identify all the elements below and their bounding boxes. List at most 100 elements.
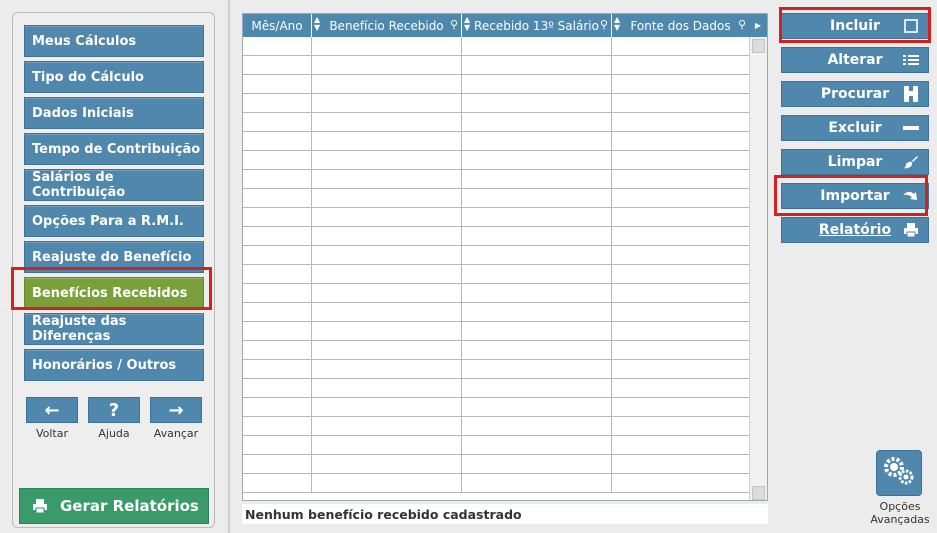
report-button[interactable]: Relatório [781,217,929,243]
table-cell [462,474,612,492]
table-cell [612,75,750,93]
sidebar-item-tempo-contribuicao[interactable]: Tempo de Contribuição [24,133,204,165]
table-row[interactable] [243,474,750,493]
table-cell [612,379,750,397]
gears-icon [882,455,916,491]
table-row[interactable] [243,170,750,189]
table-row[interactable] [243,265,750,284]
sidebar-item-tipo-calculo[interactable]: Tipo do Cálculo [24,61,204,93]
table-cell [312,474,462,492]
forward-label: Avançar [153,427,199,440]
table-cell [243,436,312,454]
table-cell [462,398,612,416]
table-cell [243,417,312,435]
sort-icon: ▲ ▼ [314,15,321,32]
table-cell [612,398,750,416]
table-cell [312,455,462,473]
table-row[interactable] [243,379,750,398]
table-cell [462,151,612,169]
column-header-recebido-13-salario[interactable]: ▲ ▼ Recebido 13º Salário ⚲ [462,14,612,37]
table-cell [612,455,750,473]
sort-icon: ▲ ▼ [464,15,471,32]
table-row[interactable] [243,113,750,132]
back-label: Voltar [35,427,69,440]
table-cell [243,246,312,264]
sidebar-item-reajuste-diferencas[interactable]: Reajuste das Diferenças [24,313,204,345]
advanced-options-button[interactable] [876,450,922,496]
table-cell [462,170,612,188]
table-row[interactable] [243,227,750,246]
sidebar-item-honorarios-outros[interactable]: Honorários / Outros [24,349,204,381]
column-header-fonte-dados[interactable]: ▲ ▼ Fonte dos Dados ⚲ [612,14,750,37]
table-cell [243,75,312,93]
column-header-mes-ano[interactable]: Mês/Ano [243,14,312,37]
scroll-right-icon[interactable]: ▶ [749,14,767,37]
search-button[interactable]: Procurar [781,81,929,107]
table-row[interactable] [243,436,750,455]
table-cell [462,56,612,74]
sidebar-item-salarios-contribuicao[interactable]: Salários de Contribuição [24,169,204,201]
question-icon: ? [108,399,120,421]
sidebar-item-meus-calculos[interactable]: Meus Cálculos [24,25,204,57]
table-row[interactable] [243,37,750,56]
table-cell [612,265,750,283]
table-row[interactable] [243,132,750,151]
table-row[interactable] [243,151,750,170]
table-cell [462,227,612,245]
table-cell [462,379,612,397]
help-button[interactable]: ? [88,397,140,423]
generate-reports-button[interactable]: Gerar Relatórios [19,488,209,524]
delete-button[interactable]: Excluir [781,115,929,141]
sidebar-item-dados-iniciais[interactable]: Dados Iniciais [24,97,204,129]
table-cell [612,322,750,340]
sidebar-item-reajuste-beneficio[interactable]: Reajuste do Benefício [24,241,204,273]
table-cell [462,360,612,378]
sidebar-item-beneficios-recebidos[interactable]: Benefícios Recebidos [24,277,204,309]
table-cell [462,132,612,150]
sidebar-item-opcoes-rmi[interactable]: Opções Para a R.M.I. [24,205,204,237]
minus-icon [902,120,920,136]
table-row[interactable] [243,94,750,113]
table-row[interactable] [243,398,750,417]
column-header-beneficio-recebido[interactable]: ▲ ▼ Benefício Recebido ⚲ [312,14,462,37]
generate-reports-label: Gerar Relatórios [60,497,199,515]
table-row[interactable] [243,455,750,474]
table-row[interactable] [243,56,750,75]
table-cell [612,170,750,188]
table-cell [312,189,462,207]
table-cell [612,341,750,359]
vertical-scrollbar[interactable] [749,37,767,500]
table-row[interactable] [243,246,750,265]
table-cell [612,113,750,131]
scroll-down-thumb[interactable] [752,486,765,500]
forward-button[interactable]: → [150,397,202,423]
import-button[interactable]: Importar [781,183,929,209]
table-cell [612,227,750,245]
table-cell [312,341,462,359]
table-cell [243,227,312,245]
include-button[interactable]: Incluir [781,13,929,39]
list-icon [902,52,920,68]
table-row[interactable] [243,417,750,436]
table-row[interactable] [243,322,750,341]
table-row[interactable] [243,303,750,322]
edit-button[interactable]: Alterar [781,47,929,73]
table-row[interactable] [243,284,750,303]
scroll-up-thumb[interactable] [752,39,765,53]
table-row[interactable] [243,341,750,360]
table-cell [243,303,312,321]
table-cell [462,303,612,321]
table-cell [312,37,462,55]
table-row[interactable] [243,208,750,227]
search-icon: ⚲ [737,18,746,31]
back-button[interactable]: ← [26,397,78,423]
table-cell [243,474,312,492]
table-row[interactable] [243,360,750,379]
table-row[interactable] [243,189,750,208]
table-row[interactable] [243,75,750,94]
table-cell [243,132,312,150]
clear-button[interactable]: Limpar [781,149,929,175]
binoculars-icon [902,86,920,102]
table-cell [462,436,612,454]
table-cell [243,170,312,188]
